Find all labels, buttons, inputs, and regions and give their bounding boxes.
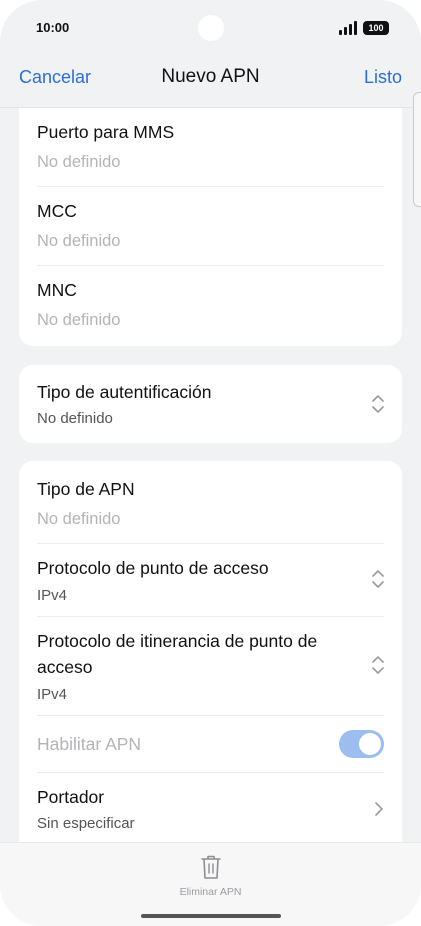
auth-type-row[interactable]: Tipo de autentificación No definido: [37, 365, 402, 443]
home-indicator[interactable]: [141, 914, 281, 918]
delete-apn-button[interactable]: Eliminar APN: [0, 886, 421, 898]
apn-type-label: Tipo de APN: [37, 479, 135, 499]
apn-type-value: No definido: [37, 510, 121, 528]
mcc-value: No definido: [37, 232, 121, 250]
access-protocol-label: Protocolo de punto de acceso: [37, 558, 269, 578]
done-button[interactable]: Listo: [364, 67, 402, 88]
status-bar: 10:00 100: [0, 0, 421, 58]
bearer-label: Portador: [37, 787, 105, 807]
trash-icon[interactable]: [200, 854, 222, 880]
roaming-protocol-value: IPv4: [37, 686, 68, 703]
mnc-row[interactable]: MNC No definido: [37, 266, 384, 344]
mnc-value: No definido: [37, 311, 121, 329]
access-protocol-row[interactable]: Protocolo de punto de acceso IPv4: [37, 544, 402, 616]
enable-apn-label: Habilitar APN: [37, 734, 142, 754]
bearer-value: Sin especificar: [37, 815, 135, 832]
up-down-chevron-icon: [372, 570, 384, 588]
page-title: Nuevo APN: [161, 66, 260, 87]
apn-type-row[interactable]: Tipo de APN No definido: [37, 461, 384, 543]
settings-card-auth: Tipo de autentificación No definido: [19, 365, 402, 443]
chevron-right-icon: [375, 802, 383, 816]
mcc-row[interactable]: MCC No definido: [37, 187, 384, 265]
scrollbar[interactable]: [413, 92, 421, 207]
mms-port-label: Puerto para MMS: [37, 122, 175, 142]
access-protocol-value: IPv4: [37, 587, 68, 604]
roaming-protocol-label-line2: acceso: [37, 657, 93, 677]
roaming-protocol-label-line1: Protocolo de itinerancia de punto de: [37, 631, 318, 651]
up-down-chevron-icon: [372, 656, 384, 674]
settings-card-ports: Puerto para MMS No definido MCC No defin…: [19, 108, 402, 346]
mnc-label: MNC: [37, 280, 77, 300]
camera-cutout: [198, 15, 224, 41]
enable-apn-toggle[interactable]: [339, 730, 384, 758]
signal-icon: [339, 21, 359, 35]
roaming-protocol-row[interactable]: Protocolo de itinerancia de punto de acc…: [37, 617, 402, 715]
navigation-bar: Cancelar Nuevo APN Listo: [0, 58, 421, 108]
settings-card-apn: Tipo de APN No definido Protocolo de pun…: [19, 461, 402, 861]
phone-screen: 10:00 100 Cancelar Nuevo APN Listo Puert…: [0, 0, 421, 926]
enable-apn-row: Habilitar APN: [37, 716, 402, 772]
auth-type-label: Tipo de autentificación: [37, 382, 212, 402]
auth-type-value: No definido: [37, 410, 113, 427]
up-down-chevron-icon: [372, 395, 384, 413]
status-time: 10:00: [36, 20, 70, 35]
mcc-label: MCC: [37, 201, 77, 221]
battery-icon: 100: [363, 21, 389, 35]
bearer-row[interactable]: Portador Sin especificar: [37, 773, 402, 849]
bottom-toolbar: Eliminar APN: [0, 842, 421, 926]
mms-port-row[interactable]: Puerto para MMS No definido: [37, 108, 384, 186]
mms-port-value: No definido: [37, 153, 121, 171]
toggle-knob: [359, 733, 381, 755]
